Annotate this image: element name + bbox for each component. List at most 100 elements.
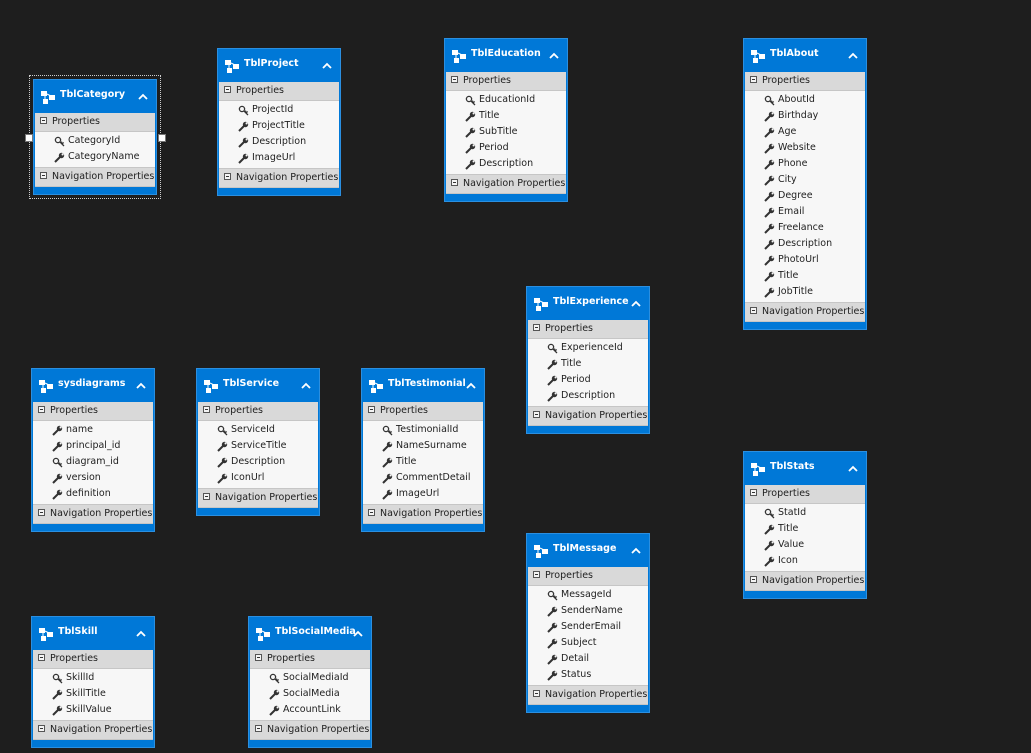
property-row[interactable]: PhotoUrl: [745, 252, 865, 268]
property-row[interactable]: Description: [219, 134, 339, 150]
property-row[interactable]: IconUrl: [198, 470, 318, 486]
property-row[interactable]: Email: [745, 204, 865, 220]
entity-header[interactable]: sysdiagrams: [33, 369, 153, 402]
navigation-properties-section-header[interactable]: Navigation Properties: [363, 504, 483, 524]
property-row[interactable]: Icon: [745, 553, 865, 569]
collapse-toggle-icon[interactable]: [451, 179, 458, 186]
navigation-properties-section-header[interactable]: Navigation Properties: [745, 571, 865, 591]
property-row[interactable]: principal_id: [33, 438, 153, 454]
entity-tblstats[interactable]: TblStats Properties StatId Title Value Icon Na…: [743, 451, 867, 599]
collapse-toggle-icon[interactable]: [750, 307, 757, 314]
properties-section-header[interactable]: Properties: [528, 567, 648, 586]
property-row[interactable]: NameSurname: [363, 438, 483, 454]
property-row[interactable]: ProjectTitle: [219, 118, 339, 134]
entity-header[interactable]: TblAbout: [745, 39, 865, 72]
property-row[interactable]: definition: [33, 486, 153, 502]
entity-header[interactable]: TblSkill: [33, 617, 153, 650]
entity-header[interactable]: TblStats: [745, 452, 865, 485]
property-row[interactable]: Age: [745, 124, 865, 140]
entity-tblmessage[interactable]: TblMessage Properties MessageId SenderName S…: [526, 533, 650, 713]
property-row[interactable]: ServiceTitle: [198, 438, 318, 454]
property-row[interactable]: Description: [528, 388, 648, 404]
collapse-toggle-icon[interactable]: [38, 509, 45, 516]
collapse-entity-button[interactable]: [630, 542, 642, 554]
property-row[interactable]: Period: [446, 140, 566, 156]
property-row[interactable]: Title: [745, 268, 865, 284]
property-row[interactable]: Degree: [745, 188, 865, 204]
collapse-toggle-icon[interactable]: [451, 76, 458, 83]
property-row[interactable]: ImageUrl: [363, 486, 483, 502]
navigation-properties-section-header[interactable]: Navigation Properties: [528, 685, 648, 705]
property-row[interactable]: StatId: [745, 505, 865, 521]
properties-section-header[interactable]: Properties: [446, 72, 566, 91]
entity-tblsocialmedia[interactable]: TblSocialMedia Properties SocialMediaId Soc…: [248, 616, 372, 748]
property-row[interactable]: ImageUrl: [219, 150, 339, 166]
resize-handle[interactable]: [25, 134, 33, 142]
collapse-toggle-icon[interactable]: [255, 725, 262, 732]
collapse-toggle-icon[interactable]: [368, 509, 375, 516]
resize-handle[interactable]: [158, 134, 166, 142]
property-row[interactable]: SubTitle: [446, 124, 566, 140]
entity-header[interactable]: TblService: [198, 369, 318, 402]
entity-header[interactable]: TblTestimonial: [363, 369, 483, 402]
property-row[interactable]: SenderEmail: [528, 619, 648, 635]
property-row[interactable]: Phone: [745, 156, 865, 172]
entity-tblskill[interactable]: TblSkill Properties SkillId SkillTitle Skill…: [31, 616, 155, 748]
property-row[interactable]: EducationId: [446, 92, 566, 108]
collapse-toggle-icon[interactable]: [38, 725, 45, 732]
property-row[interactable]: Description: [198, 454, 318, 470]
collapse-entity-button[interactable]: [465, 377, 477, 389]
property-row[interactable]: Freelance: [745, 220, 865, 236]
entity-header[interactable]: TblSocialMedia: [250, 617, 370, 650]
entity-header[interactable]: TblProject: [219, 49, 339, 82]
property-row[interactable]: name: [33, 422, 153, 438]
entity-tblexperience[interactable]: TblExperience Properties ExperienceId Title…: [526, 286, 650, 434]
property-row[interactable]: Period: [528, 372, 648, 388]
property-row[interactable]: ExperienceId: [528, 340, 648, 356]
entity-tblservice[interactable]: TblService Properties ServiceId ServiceTitl…: [196, 368, 320, 516]
collapse-entity-button[interactable]: [135, 625, 147, 637]
property-row[interactable]: version: [33, 470, 153, 486]
entity-header[interactable]: TblMessage: [528, 534, 648, 567]
property-row[interactable]: Value: [745, 537, 865, 553]
property-row[interactable]: City: [745, 172, 865, 188]
collapse-toggle-icon[interactable]: [38, 654, 45, 661]
property-row[interactable]: MessageId: [528, 587, 648, 603]
collapse-entity-button[interactable]: [630, 295, 642, 307]
property-row[interactable]: Title: [363, 454, 483, 470]
property-row[interactable]: Title: [745, 521, 865, 537]
navigation-properties-section-header[interactable]: Navigation Properties: [250, 720, 370, 740]
collapse-toggle-icon[interactable]: [750, 576, 757, 583]
properties-section-header[interactable]: Properties: [250, 650, 370, 669]
property-row[interactable]: Status: [528, 667, 648, 683]
entity-tblproject[interactable]: TblProject Properties ProjectId ProjectTitl…: [217, 48, 341, 196]
property-row[interactable]: Title: [446, 108, 566, 124]
entity-diagram-canvas[interactable]: TblCategory Properties CategoryId CategoryN…: [0, 0, 1031, 753]
collapse-toggle-icon[interactable]: [750, 489, 757, 496]
property-row[interactable]: JobTitle: [745, 284, 865, 300]
navigation-properties-section-header[interactable]: Navigation Properties: [219, 168, 339, 188]
collapse-entity-button[interactable]: [847, 47, 859, 59]
properties-section-header[interactable]: Properties: [745, 485, 865, 504]
navigation-properties-section-header[interactable]: Navigation Properties: [745, 302, 865, 322]
property-row[interactable]: ServiceId: [198, 422, 318, 438]
property-row[interactable]: ProjectId: [219, 102, 339, 118]
collapse-toggle-icon[interactable]: [533, 571, 540, 578]
entity-header[interactable]: TblEducation: [446, 39, 566, 72]
collapse-toggle-icon[interactable]: [224, 86, 231, 93]
property-row[interactable]: Title: [528, 356, 648, 372]
property-row[interactable]: SocialMedia: [250, 686, 370, 702]
navigation-properties-section-header[interactable]: Navigation Properties: [33, 504, 153, 524]
collapse-toggle-icon[interactable]: [224, 173, 231, 180]
properties-section-header[interactable]: Properties: [33, 402, 153, 421]
navigation-properties-section-header[interactable]: Navigation Properties: [198, 488, 318, 508]
property-row[interactable]: AccountLink: [250, 702, 370, 718]
properties-section-header[interactable]: Properties: [198, 402, 318, 421]
properties-section-header[interactable]: Properties: [528, 320, 648, 339]
properties-section-header[interactable]: Properties: [219, 82, 339, 101]
collapse-entity-button[interactable]: [548, 47, 560, 59]
property-row[interactable]: Website: [745, 140, 865, 156]
navigation-properties-section-header[interactable]: Navigation Properties: [33, 720, 153, 740]
collapse-toggle-icon[interactable]: [533, 411, 540, 418]
property-row[interactable]: Birthday: [745, 108, 865, 124]
